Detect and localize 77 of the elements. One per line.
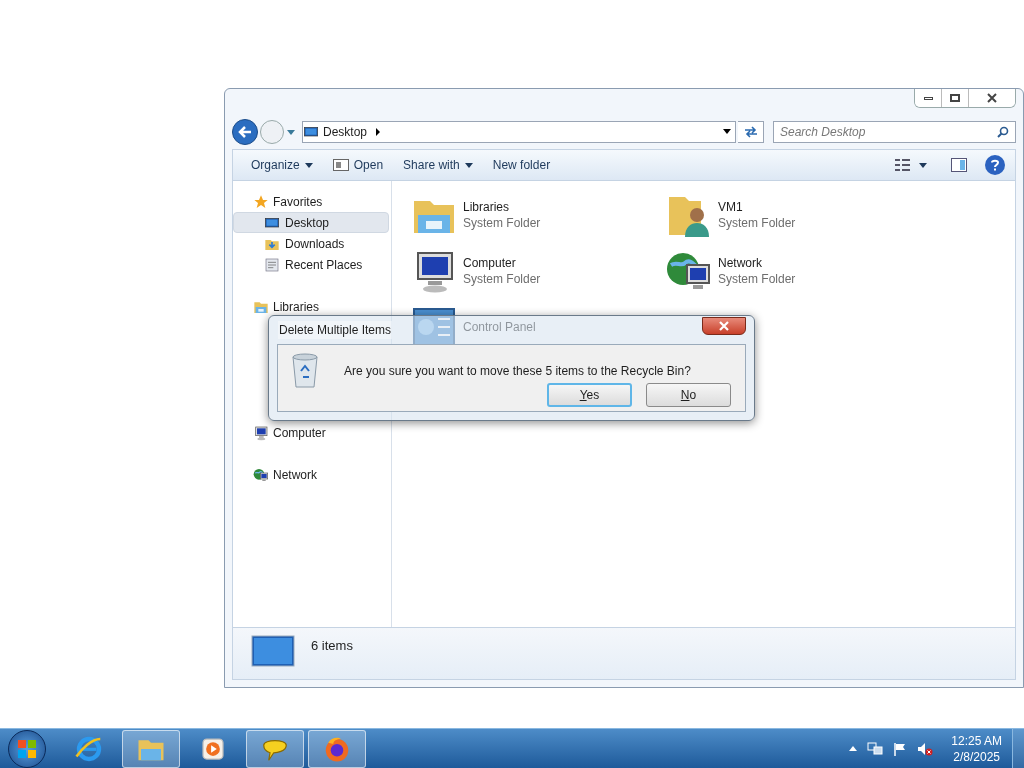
desktop-icon — [303, 124, 319, 140]
close-icon — [987, 93, 997, 103]
dropdown-icon — [919, 162, 927, 168]
help-icon — [991, 159, 999, 171]
windows-logo-icon — [17, 738, 37, 759]
item-type: System Folder — [463, 271, 541, 287]
star-icon — [253, 193, 269, 210]
dropdown-icon — [464, 162, 473, 168]
refresh-icon — [743, 126, 758, 138]
dialog-button[interactable]: Yes — [547, 383, 632, 407]
dropdown-icon — [304, 162, 313, 168]
list-icon — [264, 256, 280, 273]
nav-item[interactable]: Recent Places — [233, 254, 389, 275]
help-button[interactable] — [985, 155, 1005, 175]
close-button[interactable] — [969, 89, 1015, 107]
recycle-bin-icon — [290, 353, 320, 389]
taskbar-button[interactable] — [308, 729, 366, 768]
toolbar-button[interactable]: New folder — [484, 153, 559, 177]
nav-group-label[interactable]: Libraries — [273, 297, 320, 316]
minimize-button[interactable] — [915, 89, 942, 107]
speaker-muted-icon[interactable] — [917, 741, 934, 756]
search-icon — [997, 126, 1009, 138]
toolbar-button[interactable]: Organize — [243, 153, 321, 177]
close-icon — [719, 321, 729, 331]
folder-item[interactable]: Network System Folder — [665, 243, 920, 299]
item-type: System Folder — [718, 271, 796, 287]
item-name: Computer — [463, 255, 517, 271]
item-name: VM1 — [718, 199, 744, 215]
nav-group[interactable]: Computer — [233, 422, 391, 443]
nav-group[interactable]: Favorites — [233, 191, 391, 212]
toolbar-button[interactable]: Open — [324, 153, 392, 177]
item-name: Control Panel — [463, 319, 536, 335]
dialog-title: Delete Multiple Items — [278, 321, 393, 339]
flag-icon[interactable] — [893, 741, 908, 756]
taskbar-button[interactable] — [246, 729, 304, 768]
nav-group-label[interactable]: Computer — [273, 423, 326, 442]
start-button[interactable] — [8, 729, 46, 768]
window-icon — [332, 159, 349, 171]
network-icon[interactable] — [867, 741, 884, 756]
pane-icon — [951, 158, 967, 172]
refresh-button[interactable] — [738, 121, 764, 143]
chevron-icon — [375, 128, 382, 136]
nav-item[interactable]: Downloads — [233, 233, 389, 254]
nav-group[interactable]: Network — [233, 464, 391, 485]
maximize-button[interactable] — [942, 89, 969, 107]
item-type: System Folder — [463, 215, 541, 231]
show-desktop-button[interactable] — [1012, 728, 1024, 768]
item-count: 6 items — [311, 637, 353, 655]
dropdown-icon[interactable] — [723, 129, 731, 135]
address-bar[interactable]: Desktop — [302, 121, 736, 143]
item-name: Network — [718, 255, 763, 271]
taskbar-button[interactable] — [122, 729, 180, 768]
nav-item[interactable]: Desktop — [233, 212, 389, 233]
item-name: Libraries — [463, 199, 511, 215]
dialog-button[interactable]: No — [646, 383, 731, 407]
view-list-icon — [895, 158, 911, 172]
dialog-message: Are you sure you want to move these 5 items to the Recycle Bin? — [344, 363, 691, 380]
computer-icon — [253, 424, 269, 441]
close-button[interactable] — [702, 317, 746, 335]
clock[interactable]: 12:25 AM 2/8/2025 — [951, 732, 1002, 765]
folder-item[interactable]: Libraries System Folder — [410, 187, 665, 243]
dropdown-icon — [286, 128, 296, 136]
desktop-icon — [251, 634, 295, 670]
nav-group-label[interactable]: Favorites — [273, 192, 323, 211]
back-button[interactable] — [232, 119, 258, 145]
nav-group-label[interactable]: Network — [273, 465, 317, 484]
address-location[interactable]: Desktop — [323, 123, 368, 141]
search-input[interactable]: Search Desktop — [780, 123, 997, 141]
back-arrow-icon — [238, 126, 252, 138]
folder-item[interactable]: Computer System Folder — [410, 243, 665, 299]
item-type: System Folder — [718, 215, 796, 231]
search-field[interactable]: Search Desktop — [773, 121, 1016, 143]
globe-computer-icon — [253, 466, 269, 483]
nav-group[interactable]: Libraries — [233, 296, 391, 317]
show-hidden-icon[interactable] — [849, 746, 858, 751]
folder-item[interactable]: VM1 System Folder — [665, 187, 920, 243]
toolbar-button[interactable]: Share with — [395, 153, 481, 177]
